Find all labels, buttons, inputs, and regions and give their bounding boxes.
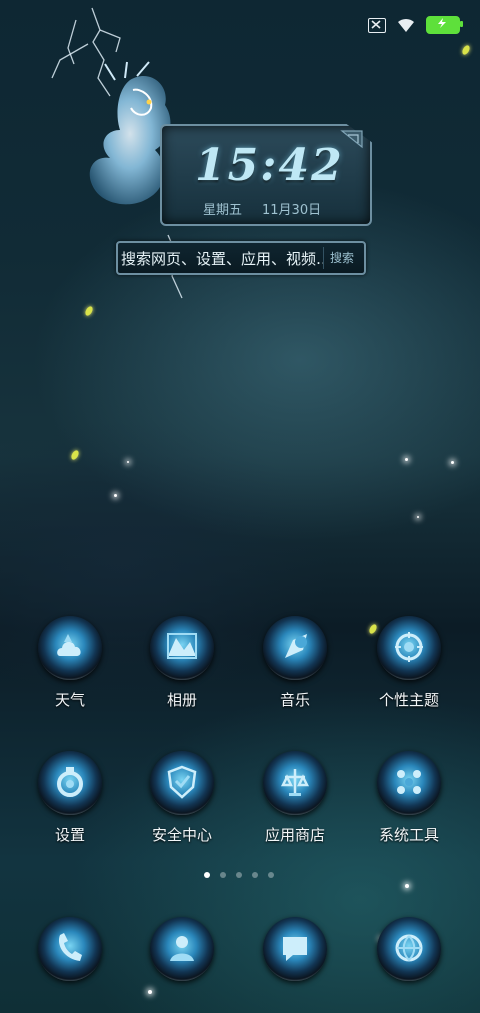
browser-icon [377, 917, 441, 981]
messages-icon [263, 917, 327, 981]
dock-browser[interactable] [364, 917, 454, 981]
app-music[interactable]: 音乐 [250, 616, 340, 710]
app-theme[interactable]: 个性主题 [364, 616, 454, 710]
sparkle [405, 884, 409, 888]
dock-contacts[interactable] [137, 917, 227, 981]
clock-weekday: 星期五 [203, 203, 243, 218]
page-indicator [204, 872, 274, 878]
notification-x-icon [368, 17, 386, 33]
gallery-icon [150, 616, 214, 680]
app-label: 音乐 [279, 691, 310, 709]
search-input[interactable]: 搜索网页、设置、应用、视频… [118, 248, 323, 269]
sparkle [148, 990, 152, 994]
sparkle [405, 458, 408, 461]
app-label: 天气 [54, 691, 85, 709]
app-label: 应用商店 [264, 826, 325, 844]
app-gallery[interactable]: 相册 [137, 616, 227, 710]
app-system-tools[interactable]: 系统工具 [364, 751, 454, 845]
wifi-icon [398, 18, 414, 32]
theme-icon [377, 616, 441, 680]
app-security[interactable]: 安全中心 [137, 751, 227, 845]
page-dot[interactable] [204, 872, 210, 878]
app-label: 相册 [166, 691, 197, 709]
app-label: 设置 [54, 826, 85, 844]
dock-phone[interactable] [25, 917, 115, 981]
page-dot[interactable] [268, 872, 274, 878]
app-store-icon [263, 751, 327, 815]
security-icon [150, 751, 214, 815]
sparkle [417, 516, 419, 518]
status-bar [368, 14, 463, 36]
sparkle [127, 461, 129, 463]
search-bar[interactable]: 搜索网页、设置、应用、视频… 搜索 [116, 241, 366, 275]
app-settings[interactable]: 设置 [25, 751, 115, 845]
clock-time: 15:42 [195, 140, 344, 191]
dock-messages[interactable] [250, 917, 340, 981]
weather-icon [38, 616, 102, 680]
sparkle [451, 461, 454, 464]
page-dot[interactable] [252, 872, 258, 878]
phone-icon [38, 917, 102, 981]
page-dot[interactable] [236, 872, 242, 878]
leaf-particle [69, 449, 81, 461]
app-store[interactable]: 应用商店 [250, 751, 340, 845]
app-label: 安全中心 [151, 826, 212, 844]
system-tools-icon [377, 751, 441, 815]
sparkle [114, 494, 117, 497]
contacts-icon [150, 917, 214, 981]
settings-icon [38, 751, 102, 815]
page-dot[interactable] [220, 872, 226, 878]
app-weather[interactable]: 天气 [25, 616, 115, 710]
battery-charging-icon [426, 16, 463, 34]
app-label: 系统工具 [378, 826, 439, 844]
search-button[interactable]: 搜索 [323, 247, 360, 269]
clock-date: 11月30日 [262, 203, 322, 218]
app-label: 个性主题 [378, 691, 439, 709]
music-icon [263, 616, 327, 680]
